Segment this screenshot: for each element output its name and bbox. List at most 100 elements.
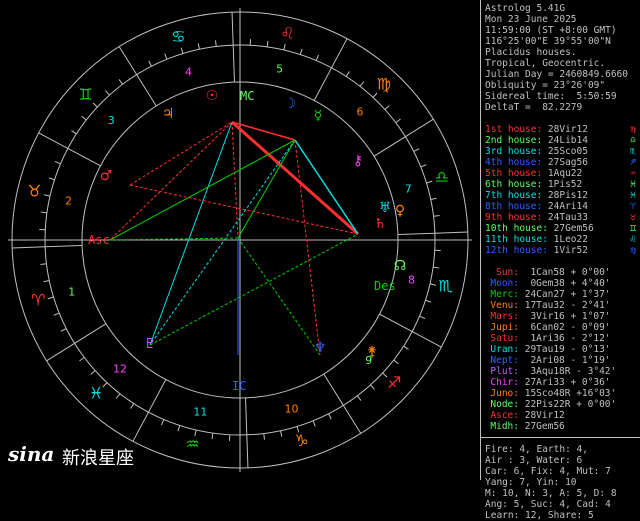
sign-boundary — [39, 133, 68, 148]
planet-row: Jupi: 6Can02 - 0°09' — [485, 322, 611, 333]
house-label: 4th house: — [485, 157, 542, 168]
degree-tick — [425, 300, 431, 302]
zodiac-sign-icon: ♑ — [295, 431, 309, 450]
house-label: 3rd house: — [485, 146, 542, 157]
planet-name: Node: — [485, 399, 519, 410]
info-panel: Astrolog 5.41GMon 23 June 202511:59:00 (… — [480, 0, 640, 480]
degree-tick — [161, 419, 163, 425]
degree-tick — [49, 178, 55, 180]
planet-glyph-icon: ♇ — [144, 336, 157, 352]
house-cusp: 28Pis12 — [542, 190, 588, 201]
planet-position: 0Gem38 — [519, 278, 565, 289]
house-cusp-line — [324, 374, 344, 405]
degree-tick — [79, 357, 84, 361]
house-number: 7 — [405, 183, 412, 196]
header-line: DeltaT = 82.2279 — [485, 102, 582, 113]
chart-wheel: ♎♍♌♋♊♉♈♓♒♑♐♏123456789101112☉☽☿♀♂♃♄♅♆♇⚷⚵☊… — [0, 0, 480, 480]
degree-tick — [370, 385, 374, 389]
degree-tick — [41, 212, 47, 213]
degree-tick — [103, 383, 107, 387]
imum-coeli-label: IC — [232, 379, 246, 393]
aquarius-icon: ♒ — [630, 168, 636, 179]
aspect-line — [110, 140, 295, 240]
house-number: 3 — [108, 114, 115, 127]
planet-name: Plut: — [485, 366, 519, 377]
planet-aspect — [565, 410, 571, 421]
pisces-icon: ♓ — [630, 190, 636, 201]
planet-aspect: - 2°41' — [565, 300, 611, 311]
planet-glyph-icon: ♀ — [395, 203, 405, 219]
house-cusp: 24Ari14 — [542, 201, 588, 212]
planet-name: Jupi: — [485, 322, 519, 333]
degree-tick — [421, 165, 427, 167]
sign-boundary — [412, 332, 441, 347]
summary-line: Learn: 12, Share: 5 — [485, 510, 594, 521]
planet-aspect: - 0°09' — [565, 322, 611, 333]
aspect-line — [238, 238, 320, 355]
planet-name: Sun: — [485, 267, 519, 278]
zodiac-sign-icon: ♐ — [387, 373, 401, 392]
degree-tick — [430, 284, 436, 285]
aspect-line — [150, 122, 232, 345]
degree-tick — [71, 131, 76, 134]
degree-tick — [264, 434, 265, 440]
header-line: Placidus houses. — [485, 47, 577, 58]
planet-aspect: - 0°13' — [565, 344, 611, 355]
house-label: 6th house: — [485, 179, 542, 190]
planet-row: Asce: 28Vir12 — [485, 410, 571, 421]
degree-tick — [267, 41, 268, 47]
aspect-line — [238, 140, 295, 238]
planet-position: 2Ari08 — [519, 355, 565, 366]
house-number: 12 — [113, 363, 127, 376]
degree-tick — [431, 198, 437, 199]
degree-tick — [329, 414, 332, 419]
planet-aspect: - 1°19' — [565, 355, 611, 366]
degree-tick — [61, 329, 66, 332]
degree-tick — [216, 40, 217, 46]
header-line: 11:59:00 (ST +8:00 GMT) — [485, 25, 617, 36]
planet-position: 15Sco48R — [519, 388, 570, 399]
summary-line: Air : 3, Water: 6 — [485, 455, 582, 466]
house-label: 9th house: — [485, 212, 542, 223]
planet-name: Moon: — [485, 278, 519, 289]
planet-row: Moon: 0Gem38 + 4°40' — [485, 278, 611, 289]
house-cusp: 1Pis52 — [542, 179, 582, 190]
planet-row: Venu: 17Tau32 - 2°41' — [485, 300, 611, 311]
house-cusp: 25Sco05 — [542, 146, 588, 157]
house-cusp-line — [314, 68, 331, 101]
planet-name: Merc: — [485, 289, 519, 300]
planet-row: Midh: 27Gem56 — [485, 421, 571, 432]
planet-name: Uran: — [485, 344, 519, 355]
sina-logo: sina — [8, 442, 54, 466]
house-cusp-line — [374, 137, 405, 157]
house-row: 5th house: 1Aqu22 — [485, 168, 582, 179]
planet-position: 1Can58 — [519, 267, 565, 278]
degree-tick — [149, 61, 152, 66]
planet-position: 29Tau19 — [519, 344, 565, 355]
planet-aspect: + 1°07' — [565, 311, 611, 322]
degree-tick — [360, 82, 364, 87]
degree-tick — [44, 195, 50, 196]
brand-name: 新浪星座 — [62, 444, 134, 470]
zodiac-sign-icon: ♉ — [27, 182, 41, 201]
planet-glyph-icon: ♄ — [374, 216, 387, 232]
zodiac-sign-icon: ♋ — [171, 27, 185, 46]
house-cusp-line — [75, 324, 106, 344]
planet-position: 1Ari36 — [519, 333, 565, 344]
panel-divider — [481, 437, 640, 438]
house-label: 7th house: — [485, 190, 542, 201]
planet-name: Satu: — [485, 333, 519, 344]
degree-tick — [419, 316, 425, 318]
house-row: 3rd house: 25Sco05 — [485, 146, 588, 157]
degree-tick — [91, 370, 95, 374]
degree-tick — [131, 404, 134, 409]
planet-glyph-icon: ☽ — [284, 96, 297, 112]
house-cusp-line — [233, 45, 234, 82]
aspect-line — [232, 122, 358, 234]
house-row: 11th house: 1Leo22 — [485, 234, 588, 245]
house-row: 4th house: 27Sag56 — [485, 157, 588, 168]
planet-position: 6Can02 — [519, 322, 565, 333]
sign-boundary — [435, 232, 468, 233]
summary-line: Yang: 7, Yin: 10 — [485, 477, 577, 488]
house-cusp-line — [137, 75, 157, 106]
